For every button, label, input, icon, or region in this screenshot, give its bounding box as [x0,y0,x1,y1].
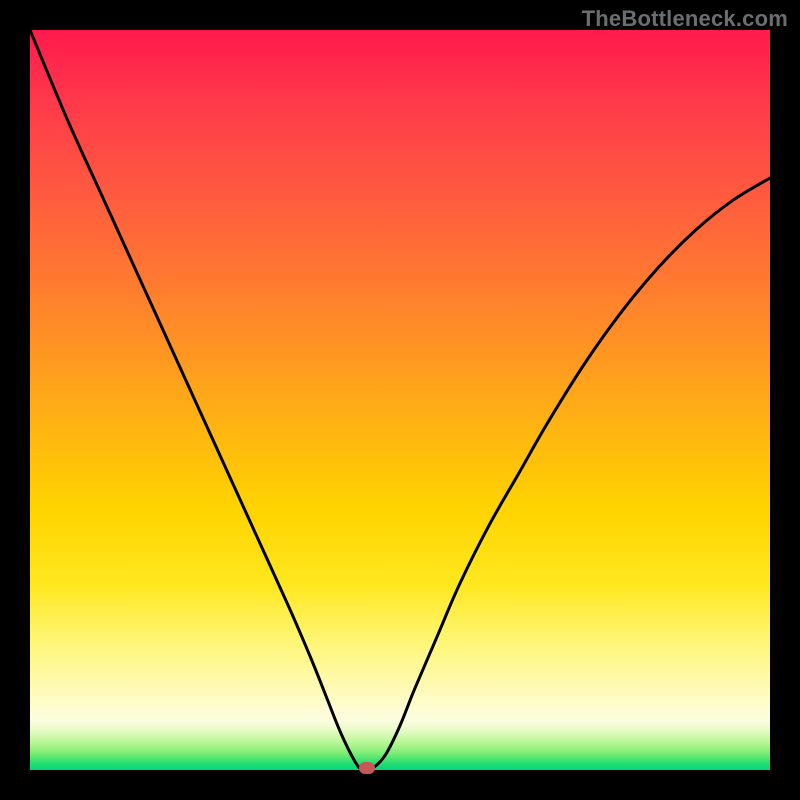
watermark-text: TheBottleneck.com [582,6,788,32]
bottleneck-curve [30,30,770,770]
chart-frame: TheBottleneck.com [0,0,800,800]
min-marker [359,762,375,774]
plot-area [30,30,770,770]
